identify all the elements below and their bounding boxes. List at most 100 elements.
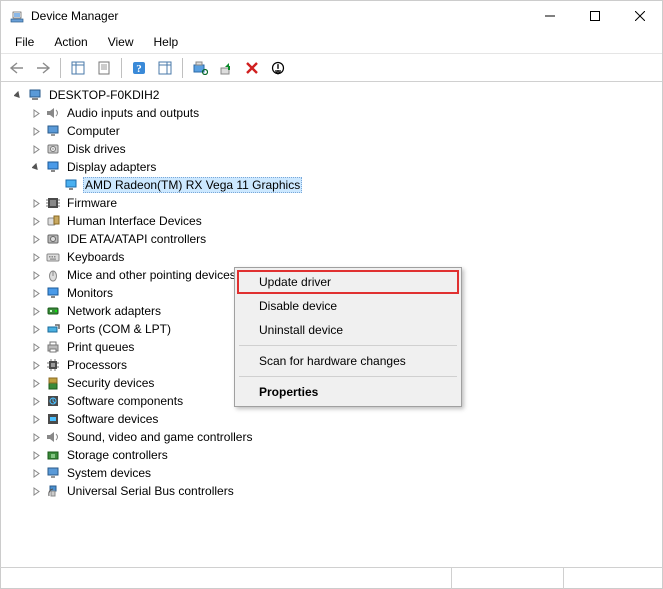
context-separator <box>239 376 457 377</box>
tree-node-label: Processors <box>65 358 129 372</box>
expander-closed-icon[interactable] <box>29 286 43 300</box>
tree-node-label: AMD Radeon(TM) RX Vega 11 Graphics <box>83 177 302 193</box>
security-icon <box>45 375 61 391</box>
tree-node-label: Keyboards <box>65 250 126 264</box>
display-icon <box>45 159 61 175</box>
help-button[interactable]: ? <box>127 57 151 79</box>
maximize-button[interactable] <box>572 1 617 31</box>
show-hide-tree-button[interactable] <box>66 57 90 79</box>
context-disable-device[interactable]: Disable device <box>237 294 459 318</box>
context-update-driver[interactable]: Update driver <box>237 270 459 294</box>
forward-button[interactable] <box>31 57 55 79</box>
expander-closed-icon[interactable] <box>29 394 43 408</box>
tree-node-label: Storage controllers <box>65 448 170 462</box>
scan-hardware-button[interactable] <box>188 57 212 79</box>
system-icon <box>45 465 61 481</box>
usb-icon <box>45 483 61 499</box>
tree-node-label: IDE ATA/ATAPI controllers <box>65 232 208 246</box>
expander-closed-icon[interactable] <box>29 196 43 210</box>
tree-device-display_child[interactable]: AMD Radeon(TM) RX Vega 11 Graphics <box>45 176 662 194</box>
tree-node-label: Disk drives <box>65 142 128 156</box>
expander-closed-icon[interactable] <box>29 214 43 228</box>
app-icon <box>9 8 25 24</box>
menubar: File Action View Help <box>1 31 662 54</box>
tree-node-label: Computer <box>65 124 122 138</box>
back-button[interactable] <box>5 57 29 79</box>
expander-closed-icon[interactable] <box>29 304 43 318</box>
tree-category-hid[interactable]: Human Interface Devices <box>27 212 662 230</box>
tree-node-label: Security devices <box>65 376 156 390</box>
update-driver-button[interactable] <box>214 57 238 79</box>
status-cell <box>563 568 663 589</box>
device-tree[interactable]: DESKTOP-F0KDIH2 Audio inputs and outputs… <box>1 82 662 560</box>
tree-category-storage[interactable]: Storage controllers <box>27 446 662 464</box>
tree-node-label: Display adapters <box>65 160 158 174</box>
menu-action[interactable]: Action <box>46 33 95 51</box>
tree-node-label: Human Interface Devices <box>65 214 204 228</box>
expander-closed-icon[interactable] <box>29 142 43 156</box>
titlebar: Device Manager <box>1 1 662 31</box>
context-uninstall-device[interactable]: Uninstall device <box>237 318 459 342</box>
expander-closed-icon[interactable] <box>29 106 43 120</box>
tree-node-label: Ports (COM & LPT) <box>65 322 173 336</box>
menu-file[interactable]: File <box>7 33 42 51</box>
expander-open-icon[interactable] <box>11 88 25 102</box>
tree-node-label: Audio inputs and outputs <box>65 106 201 120</box>
menu-view[interactable]: View <box>100 33 142 51</box>
gpu-icon <box>63 177 79 193</box>
expander-closed-icon[interactable] <box>29 124 43 138</box>
swdev-icon <box>45 411 61 427</box>
tree-node-label: Firmware <box>65 196 119 210</box>
minimize-button[interactable] <box>527 1 572 31</box>
tree-category-swdev[interactable]: Software devices <box>27 410 662 428</box>
tree-node-label: Network adapters <box>65 304 163 318</box>
statusbar <box>0 567 663 589</box>
expander-closed-icon[interactable] <box>29 268 43 282</box>
close-button[interactable] <box>617 1 662 31</box>
tree-category-audio[interactable]: Audio inputs and outputs <box>27 104 662 122</box>
disk-icon <box>45 141 61 157</box>
storage-icon <box>45 447 61 463</box>
expander-closed-icon[interactable] <box>29 448 43 462</box>
hid-icon <box>45 213 61 229</box>
tree-category-sound[interactable]: Sound, video and game controllers <box>27 428 662 446</box>
toolbar-separator <box>60 58 61 78</box>
toolbar-separator <box>182 58 183 78</box>
expander-closed-icon[interactable] <box>29 466 43 480</box>
expander-closed-icon[interactable] <box>29 232 43 246</box>
expander-open-icon[interactable] <box>29 160 43 174</box>
tree-node-label: Monitors <box>65 286 115 300</box>
expander-closed-icon[interactable] <box>29 340 43 354</box>
expander-closed-icon[interactable] <box>29 358 43 372</box>
uninstall-button[interactable] <box>240 57 264 79</box>
properties-button[interactable] <box>92 57 116 79</box>
expander-closed-icon[interactable] <box>29 322 43 336</box>
tree-category-computer[interactable]: Computer <box>27 122 662 140</box>
expander-closed-icon[interactable] <box>29 430 43 444</box>
expander-closed-icon[interactable] <box>29 412 43 426</box>
tree-category-usb[interactable]: Universal Serial Bus controllers <box>27 482 662 500</box>
computer-icon <box>45 123 61 139</box>
status-cell <box>451 568 563 589</box>
tree-node-label: Mice and other pointing devices <box>65 268 238 282</box>
tree-category-system[interactable]: System devices <box>27 464 662 482</box>
context-scan-hardware[interactable]: Scan for hardware changes <box>237 349 459 373</box>
disable-button[interactable] <box>266 57 290 79</box>
expander-closed-icon[interactable] <box>29 484 43 498</box>
tree-category-keyboards[interactable]: Keyboards <box>27 248 662 266</box>
expander-closed-icon[interactable] <box>29 376 43 390</box>
monitors-icon <box>45 285 61 301</box>
tree-root[interactable]: DESKTOP-F0KDIH2 <box>9 86 662 104</box>
audio-icon <box>45 105 61 121</box>
tree-category-display[interactable]: Display adapters <box>27 158 662 176</box>
expander-closed-icon[interactable] <box>29 250 43 264</box>
tree-category-ide[interactable]: IDE ATA/ATAPI controllers <box>27 230 662 248</box>
swcomp-icon <box>45 393 61 409</box>
tree-node-label: Print queues <box>65 340 136 354</box>
network-icon <box>45 303 61 319</box>
action-pane-button[interactable] <box>153 57 177 79</box>
tree-category-firmware[interactable]: Firmware <box>27 194 662 212</box>
tree-category-disk[interactable]: Disk drives <box>27 140 662 158</box>
context-properties[interactable]: Properties <box>237 380 459 404</box>
menu-help[interactable]: Help <box>146 33 187 51</box>
